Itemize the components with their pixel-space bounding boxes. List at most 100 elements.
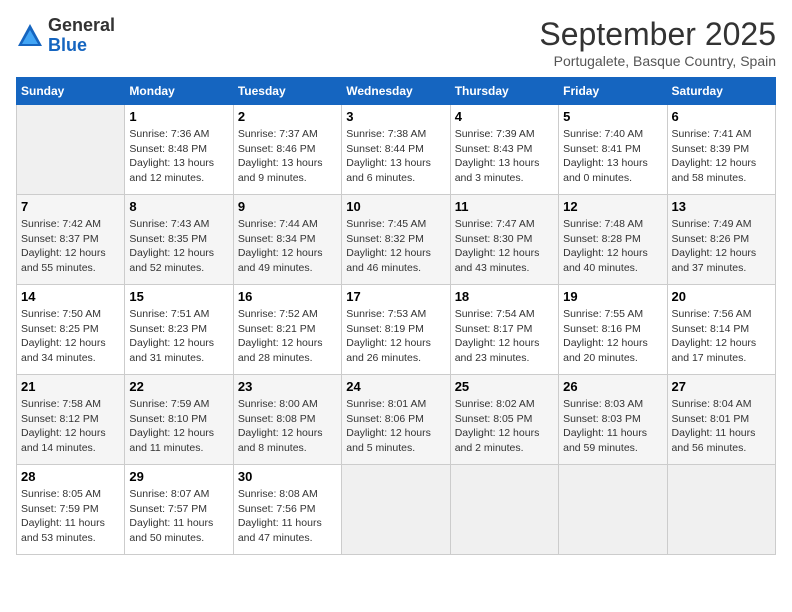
day-number: 11 — [455, 199, 554, 214]
logo: General Blue — [16, 16, 115, 56]
day-info: Sunrise: 7:50 AM Sunset: 8:25 PM Dayligh… — [21, 307, 120, 366]
day-info: Sunrise: 8:02 AM Sunset: 8:05 PM Dayligh… — [455, 397, 554, 456]
day-cell — [342, 465, 450, 555]
day-info: Sunrise: 8:05 AM Sunset: 7:59 PM Dayligh… — [21, 487, 120, 546]
header-cell-wednesday: Wednesday — [342, 78, 450, 105]
day-cell: 5Sunrise: 7:40 AM Sunset: 8:41 PM Daylig… — [559, 105, 667, 195]
day-number: 29 — [129, 469, 228, 484]
day-info: Sunrise: 7:49 AM Sunset: 8:26 PM Dayligh… — [672, 217, 771, 276]
header-cell-thursday: Thursday — [450, 78, 558, 105]
header-row: SundayMondayTuesdayWednesdayThursdayFrid… — [17, 78, 776, 105]
day-cell: 17 Sunrise: 7:53 AM Sunset: 8:19 PM Dayli… — [342, 285, 450, 375]
day-cell: 27Sunrise: 8:04 AM Sunset: 8:01 PM Dayli… — [667, 375, 775, 465]
day-info: Sunrise: 7:52 AM Sunset: 8:21 PM Dayligh… — [238, 307, 337, 366]
day-info: Sunrise: 8:01 AM Sunset: 8:06 PM Dayligh… — [346, 397, 445, 456]
day-cell: 18 Sunrise: 7:54 AM Sunset: 8:17 PM Dayli… — [450, 285, 558, 375]
day-cell: 8 Sunrise: 7:43 AM Sunset: 8:35 PM Daylig… — [125, 195, 233, 285]
header-cell-saturday: Saturday — [667, 78, 775, 105]
day-cell: 13 Sunrise: 7:49 AM Sunset: 8:26 PM Dayli… — [667, 195, 775, 285]
day-number: 15 — [129, 289, 228, 304]
day-number: 24 — [346, 379, 445, 394]
day-info: Sunrise: 8:08 AM Sunset: 7:56 PM Dayligh… — [238, 487, 337, 546]
day-number: 27 — [672, 379, 771, 394]
calendar-title: September 2025 — [539, 16, 776, 53]
day-info: Sunrise: 7:54 AM Sunset: 8:17 PM Dayligh… — [455, 307, 554, 366]
week-row-5: 28Sunrise: 8:05 AM Sunset: 7:59 PM Dayli… — [17, 465, 776, 555]
day-number: 17 — [346, 289, 445, 304]
day-cell: 20 Sunrise: 7:56 AM Sunset: 8:14 PM Dayli… — [667, 285, 775, 375]
header-cell-tuesday: Tuesday — [233, 78, 341, 105]
day-number: 2 — [238, 109, 337, 124]
day-cell: 23Sunrise: 8:00 AM Sunset: 8:08 PM Dayli… — [233, 375, 341, 465]
logo-icon — [16, 22, 44, 50]
day-number: 20 — [672, 289, 771, 304]
day-cell: 1Sunrise: 7:36 AM Sunset: 8:48 PM Daylig… — [125, 105, 233, 195]
day-number: 30 — [238, 469, 337, 484]
day-info: Sunrise: 7:51 AM Sunset: 8:23 PM Dayligh… — [129, 307, 228, 366]
day-cell: 28Sunrise: 8:05 AM Sunset: 7:59 PM Dayli… — [17, 465, 125, 555]
day-info: Sunrise: 7:37 AM Sunset: 8:46 PM Dayligh… — [238, 127, 337, 186]
calendar-table: SundayMondayTuesdayWednesdayThursdayFrid… — [16, 77, 776, 555]
day-info: Sunrise: 7:45 AM Sunset: 8:32 PM Dayligh… — [346, 217, 445, 276]
day-info: Sunrise: 7:58 AM Sunset: 8:12 PM Dayligh… — [21, 397, 120, 456]
day-info: Sunrise: 7:39 AM Sunset: 8:43 PM Dayligh… — [455, 127, 554, 186]
day-number: 6 — [672, 109, 771, 124]
day-info: Sunrise: 7:47 AM Sunset: 8:30 PM Dayligh… — [455, 217, 554, 276]
day-info: Sunrise: 8:03 AM Sunset: 8:03 PM Dayligh… — [563, 397, 662, 456]
day-cell: 3Sunrise: 7:38 AM Sunset: 8:44 PM Daylig… — [342, 105, 450, 195]
day-number: 18 — [455, 289, 554, 304]
day-cell: 9 Sunrise: 7:44 AM Sunset: 8:34 PM Daylig… — [233, 195, 341, 285]
day-number: 14 — [21, 289, 120, 304]
day-cell: 30 Sunrise: 8:08 AM Sunset: 7:56 PM Dayli… — [233, 465, 341, 555]
day-number: 22 — [129, 379, 228, 394]
day-cell — [667, 465, 775, 555]
page-header: General Blue September 2025 Portugalete,… — [16, 16, 776, 69]
day-number: 19 — [563, 289, 662, 304]
day-number: 26 — [563, 379, 662, 394]
day-info: Sunrise: 8:07 AM Sunset: 7:57 PM Dayligh… — [129, 487, 228, 546]
week-row-4: 21 Sunrise: 7:58 AM Sunset: 8:12 PM Dayli… — [17, 375, 776, 465]
day-cell: 14 Sunrise: 7:50 AM Sunset: 8:25 PM Dayli… — [17, 285, 125, 375]
logo-general: General — [48, 16, 115, 36]
day-info: Sunrise: 7:48 AM Sunset: 8:28 PM Dayligh… — [563, 217, 662, 276]
day-cell — [17, 105, 125, 195]
day-info: Sunrise: 7:41 AM Sunset: 8:39 PM Dayligh… — [672, 127, 771, 186]
day-cell: 22 Sunrise: 7:59 AM Sunset: 8:10 PM Dayli… — [125, 375, 233, 465]
day-cell: 19 Sunrise: 7:55 AM Sunset: 8:16 PM Dayli… — [559, 285, 667, 375]
week-row-3: 14 Sunrise: 7:50 AM Sunset: 8:25 PM Dayli… — [17, 285, 776, 375]
day-cell: 16 Sunrise: 7:52 AM Sunset: 8:21 PM Dayli… — [233, 285, 341, 375]
day-info: Sunrise: 7:59 AM Sunset: 8:10 PM Dayligh… — [129, 397, 228, 456]
day-info: Sunrise: 7:53 AM Sunset: 8:19 PM Dayligh… — [346, 307, 445, 366]
day-cell: 4 Sunrise: 7:39 AM Sunset: 8:43 PM Daylig… — [450, 105, 558, 195]
day-cell: 24 Sunrise: 8:01 AM Sunset: 8:06 PM Dayli… — [342, 375, 450, 465]
logo-blue: Blue — [48, 36, 115, 56]
day-cell: 21 Sunrise: 7:58 AM Sunset: 8:12 PM Dayli… — [17, 375, 125, 465]
day-number: 9 — [238, 199, 337, 214]
day-cell: 6 Sunrise: 7:41 AM Sunset: 8:39 PM Daylig… — [667, 105, 775, 195]
calendar-body: 1Sunrise: 7:36 AM Sunset: 8:48 PM Daylig… — [17, 105, 776, 555]
day-info: Sunrise: 7:55 AM Sunset: 8:16 PM Dayligh… — [563, 307, 662, 366]
week-row-1: 1Sunrise: 7:36 AM Sunset: 8:48 PM Daylig… — [17, 105, 776, 195]
day-info: Sunrise: 7:43 AM Sunset: 8:35 PM Dayligh… — [129, 217, 228, 276]
day-number: 16 — [238, 289, 337, 304]
day-number: 8 — [129, 199, 228, 214]
day-info: Sunrise: 7:56 AM Sunset: 8:14 PM Dayligh… — [672, 307, 771, 366]
title-block: September 2025 Portugalete, Basque Count… — [539, 16, 776, 69]
day-cell: 12 Sunrise: 7:48 AM Sunset: 8:28 PM Dayli… — [559, 195, 667, 285]
logo-text: General Blue — [48, 16, 115, 56]
day-cell — [559, 465, 667, 555]
header-cell-friday: Friday — [559, 78, 667, 105]
day-info: Sunrise: 7:44 AM Sunset: 8:34 PM Dayligh… — [238, 217, 337, 276]
day-cell: 11 Sunrise: 7:47 AM Sunset: 8:30 PM Dayli… — [450, 195, 558, 285]
day-number: 4 — [455, 109, 554, 124]
day-info: Sunrise: 8:00 AM Sunset: 8:08 PM Dayligh… — [238, 397, 337, 456]
day-number: 21 — [21, 379, 120, 394]
day-info: Sunrise: 7:36 AM Sunset: 8:48 PM Dayligh… — [129, 127, 228, 186]
day-number: 7 — [21, 199, 120, 214]
day-cell: 25Sunrise: 8:02 AM Sunset: 8:05 PM Dayli… — [450, 375, 558, 465]
day-number: 5 — [563, 109, 662, 124]
day-number: 3 — [346, 109, 445, 124]
day-number: 10 — [346, 199, 445, 214]
day-number: 13 — [672, 199, 771, 214]
day-number: 12 — [563, 199, 662, 214]
